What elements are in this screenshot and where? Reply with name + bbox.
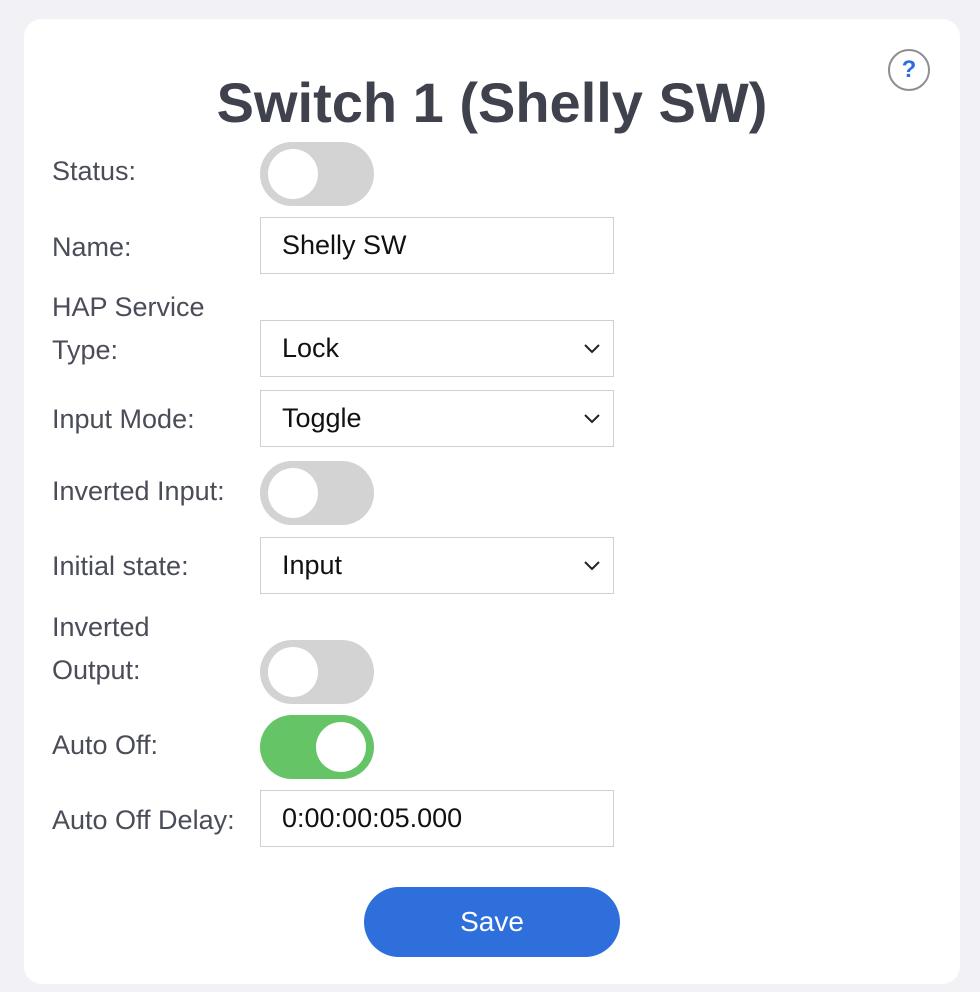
input-mode-label: Input Mode:	[52, 404, 195, 434]
input-mode-value: Toggle	[282, 403, 362, 433]
status-toggle[interactable]	[260, 142, 374, 206]
toggle-knob	[316, 722, 366, 772]
inverted-input-label: Inverted Input:	[52, 476, 225, 506]
auto-off-toggle[interactable]	[260, 715, 374, 779]
hap-service-type-select[interactable]: Lock	[260, 320, 614, 377]
inverted-output-toggle[interactable]	[260, 640, 374, 704]
name-input[interactable]: Shelly SW	[260, 217, 614, 274]
toggle-knob	[268, 149, 318, 199]
name-label: Name:	[52, 232, 132, 262]
hap-service-type-value: Lock	[282, 333, 340, 363]
name-input-value: Shelly SW	[282, 230, 407, 260]
inverted-input-toggle[interactable]	[260, 461, 374, 525]
hap-service-type-label-line1: HAP Service	[52, 292, 205, 322]
initial-state-value: Input	[282, 550, 343, 580]
status-label: Status:	[52, 156, 137, 186]
inverted-output-label-line2: Output:	[52, 655, 141, 685]
chevron-down-icon	[584, 560, 600, 570]
help-icon[interactable]: ?	[888, 49, 930, 91]
auto-off-delay-value: 0:00:00:05.000	[282, 803, 463, 833]
auto-off-delay-label: Auto Off Delay:	[52, 805, 235, 835]
auto-off-label: Auto Off:	[52, 730, 159, 760]
input-mode-select[interactable]: Toggle	[260, 390, 614, 447]
auto-off-delay-input[interactable]: 0:00:00:05.000	[260, 790, 614, 847]
chevron-down-icon	[584, 413, 600, 423]
page-title: Switch 1 (Shelly SW)	[216, 71, 768, 134]
save-button[interactable]: Save	[364, 887, 620, 957]
toggle-knob	[268, 468, 318, 518]
initial-state-select[interactable]: Input	[260, 537, 614, 594]
chevron-down-icon	[584, 343, 600, 353]
initial-state-label: Initial state:	[52, 551, 189, 581]
settings-card: Switch 1 (Shelly SW) ? Status: Name: She…	[24, 19, 960, 984]
toggle-knob	[268, 647, 318, 697]
inverted-output-label-line1: Inverted	[52, 612, 150, 642]
hap-service-type-label-line2: Type:	[52, 335, 119, 365]
